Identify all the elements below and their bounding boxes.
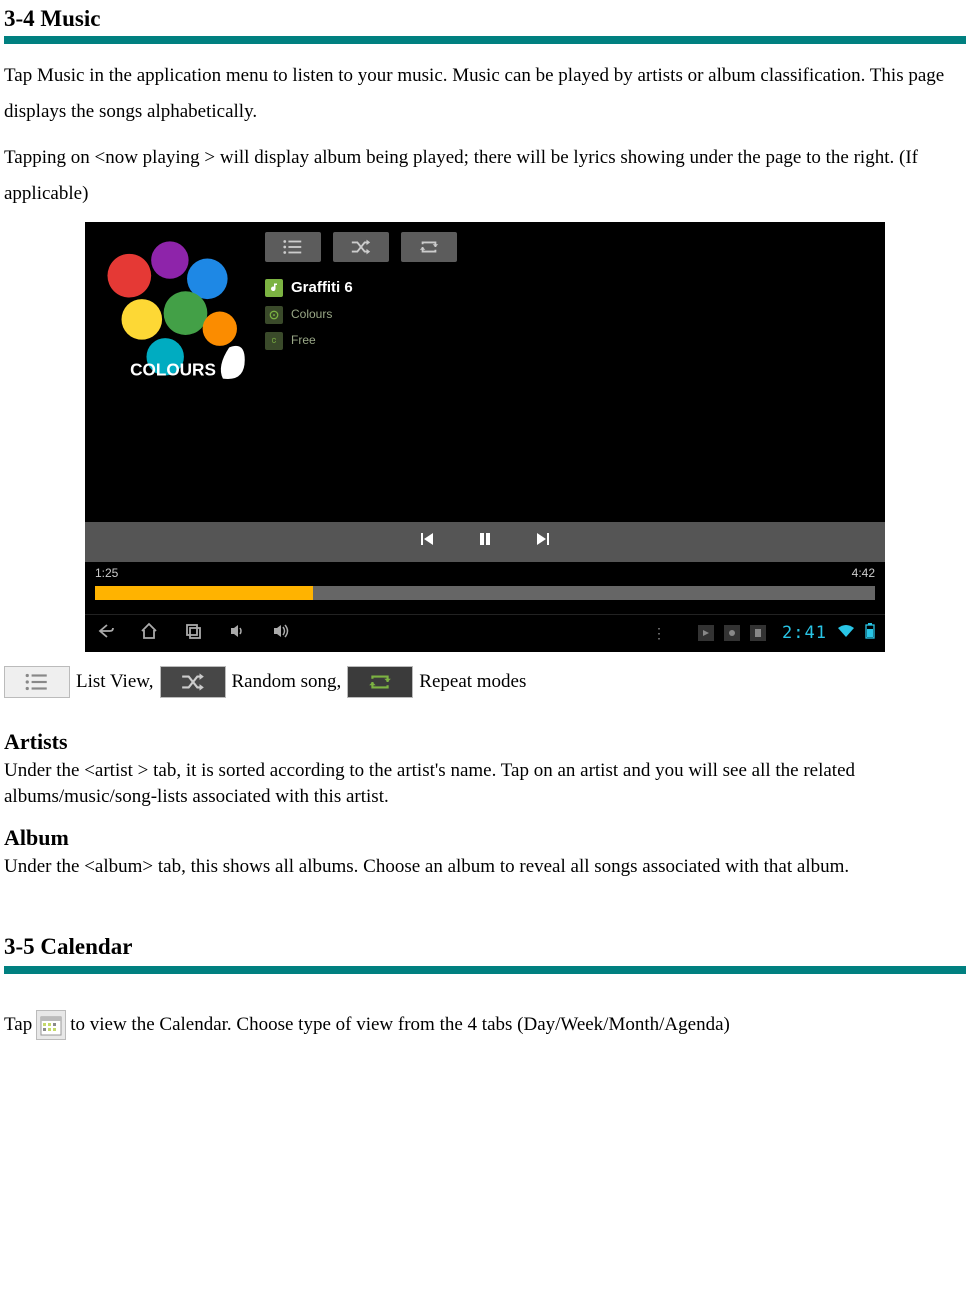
repeat-legend-icon <box>347 666 413 698</box>
section-heading-music: 3-4 Music <box>4 4 966 34</box>
pause-button[interactable] <box>476 530 494 554</box>
status-usb-icon <box>724 625 740 641</box>
now-playing-album: Colours <box>291 307 332 323</box>
now-playing-artist: Graffiti 6 <box>291 278 353 298</box>
artists-body: Under the <artist > tab, it is sorted ac… <box>4 758 966 809</box>
prev-track-button[interactable] <box>418 530 436 554</box>
list-view-button[interactable] <box>265 232 321 262</box>
section-heading-calendar: 3-5 Calendar <box>4 932 966 962</box>
album-body: Under the <album> tab, this shows all al… <box>4 854 966 880</box>
next-track-button[interactable] <box>534 530 552 554</box>
wifi-icon <box>837 624 855 642</box>
artist-icon <box>265 279 283 297</box>
repeat-legend-label: Repeat modes <box>419 670 526 695</box>
artists-heading: Artists <box>4 728 966 757</box>
time-row: 1:25 4:42 <box>85 562 885 582</box>
calendar-icon <box>36 1010 66 1040</box>
now-playing-artist-row: Graffiti 6 <box>265 274 875 302</box>
time-total: 4:42 <box>852 566 875 582</box>
calendar-line-post: to view the Calendar. Choose type of vie… <box>70 1013 730 1038</box>
player-screenshot: COLOURS <box>85 222 885 652</box>
svg-text:COLOURS: COLOURS <box>130 360 216 380</box>
section-rule <box>4 36 966 44</box>
repeat-button[interactable] <box>401 232 457 262</box>
now-playing-album-row: Colours <box>265 302 875 328</box>
album-art: COLOURS <box>95 232 251 388</box>
album-heading: Album <box>4 824 966 853</box>
music-para-2: Tapping on <now playing > will display a… <box>4 140 966 212</box>
now-playing-track: Free <box>291 333 316 349</box>
random-legend-label: Random song, <box>232 670 342 695</box>
recent-apps-icon[interactable] <box>183 621 203 645</box>
status-download-icon <box>698 625 714 641</box>
calendar-line: Tap to view the Calendar. Choose type of… <box>4 1010 966 1040</box>
track-icon <box>265 332 283 350</box>
volume-down-icon[interactable] <box>227 621 247 645</box>
music-para-1: Tap Music in the application menu to lis… <box>4 58 966 130</box>
progress-fill <box>95 586 313 600</box>
back-icon[interactable] <box>95 621 115 645</box>
album-icon <box>265 306 283 324</box>
time-elapsed: 1:25 <box>95 566 118 582</box>
system-navbar: ⋮ 2:41 <box>85 614 885 652</box>
list-view-legend-label: List View, <box>76 670 154 695</box>
list-view-legend-icon <box>4 666 70 698</box>
volume-up-icon[interactable] <box>271 621 291 645</box>
icon-legend: List View, Random song, Repeat modes <box>4 666 966 698</box>
now-playing-track-row: Free <box>265 328 875 354</box>
home-icon[interactable] <box>139 621 159 645</box>
shuffle-button[interactable] <box>333 232 389 262</box>
section-rule-calendar <box>4 966 966 974</box>
nav-menu-dots[interactable]: ⋮ <box>652 624 668 642</box>
playback-controls <box>85 522 885 562</box>
battery-icon <box>865 623 875 643</box>
player-screenshot-container: COLOURS <box>4 222 966 652</box>
shuffle-legend-icon <box>160 666 226 698</box>
status-clock: 2:41 <box>782 622 827 644</box>
calendar-line-pre: Tap <box>4 1013 32 1038</box>
progress-bar[interactable] <box>95 586 875 600</box>
status-sd-icon <box>750 625 766 641</box>
